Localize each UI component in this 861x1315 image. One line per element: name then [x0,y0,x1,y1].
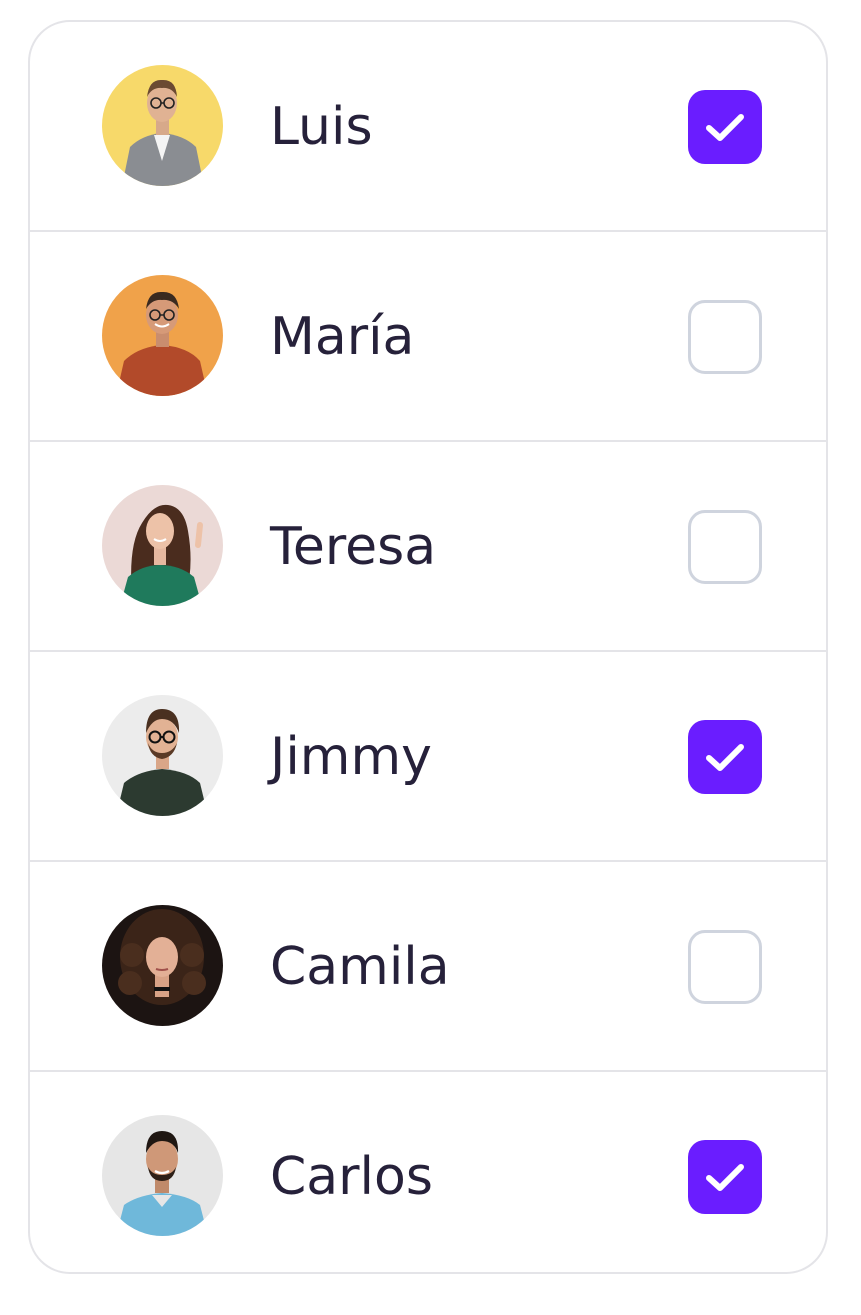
checkbox[interactable] [688,720,762,794]
avatar [102,65,223,186]
list-item-luis[interactable]: Luis [30,22,826,232]
avatar [102,695,223,816]
checkmark-icon [706,114,744,141]
list-item-carlos[interactable]: Carlos [30,1072,826,1272]
avatar [102,905,223,1026]
avatar [102,275,223,396]
person-name: María [270,307,415,367]
person-name: Luis [270,97,373,157]
checkmark-icon [706,744,744,771]
list-item-camila[interactable]: Camila [30,862,826,1072]
people-select-list: Luis María Teresa Jimmy Camila Carlos [28,20,828,1274]
avatar [102,1115,223,1236]
checkbox[interactable] [688,90,762,164]
person-name: Jimmy [270,727,432,787]
checkbox[interactable] [688,300,762,374]
list-item-teresa[interactable]: Teresa [30,442,826,652]
person-name: Camila [270,937,450,997]
person-name: Carlos [270,1147,433,1207]
avatar [102,485,223,606]
checkbox[interactable] [688,930,762,1004]
checkmark-icon [706,1164,744,1191]
checkbox[interactable] [688,510,762,584]
person-name: Teresa [270,517,437,577]
list-item-jimmy[interactable]: Jimmy [30,652,826,862]
list-item-maria[interactable]: María [30,232,826,442]
checkbox[interactable] [688,1140,762,1214]
